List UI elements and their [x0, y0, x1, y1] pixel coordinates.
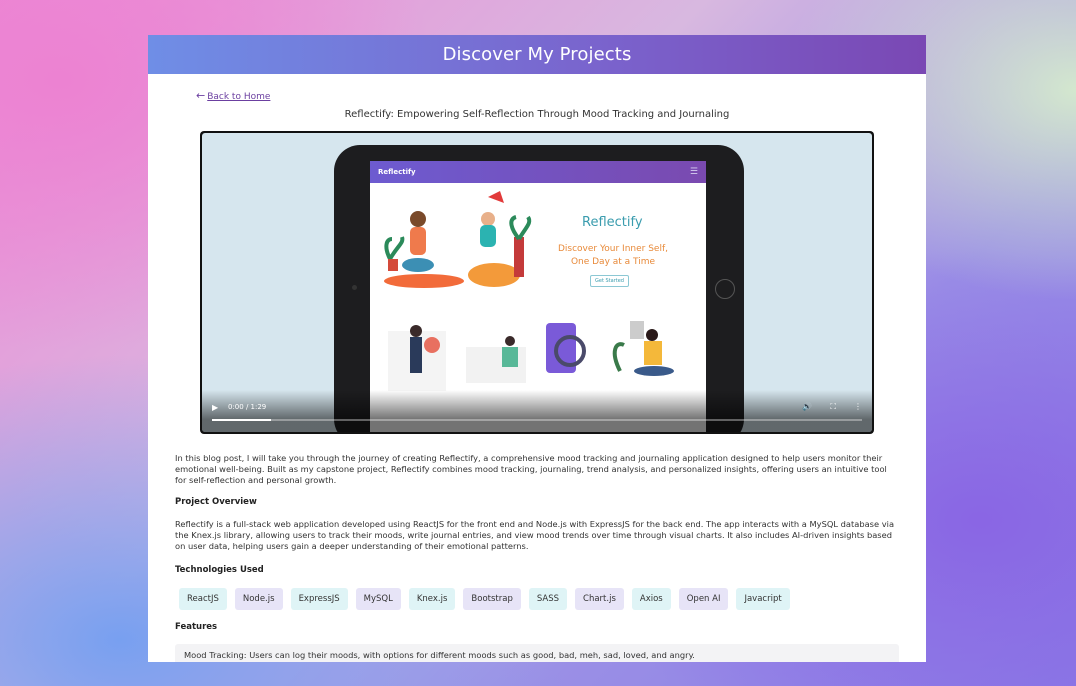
more-options-icon[interactable]: ⋮	[854, 402, 862, 412]
tech-tag: Javacript	[736, 588, 790, 610]
page-header: Discover My Projects	[148, 35, 926, 74]
page-title: Discover My Projects	[442, 44, 632, 65]
intro-paragraph: In this blog post, I will take you throu…	[175, 453, 887, 485]
feature-list-item: Mood Tracking: Users can log their moods…	[175, 644, 899, 662]
tablet-mockup: Reflectify ☰ Reflectify Discover Your In…	[334, 145, 744, 432]
video-progress-fill	[212, 419, 271, 421]
video-time: 0:00 / 1:29	[228, 403, 267, 411]
project-card: Discover My Projects ← Back to Home Refle…	[148, 35, 926, 662]
tech-tag: ReactJS	[179, 588, 227, 610]
video-controls: ▶ 0:00 / 1:29 🔊 ⛶ ⋮	[202, 390, 872, 432]
hero-title: Reflectify	[582, 215, 643, 230]
tech-tag: Open AI	[678, 588, 729, 610]
video-frame: Reflectify ☰ Reflectify Discover Your In…	[202, 133, 872, 432]
technologies-heading: Technologies Used	[175, 565, 264, 575]
hero-get-started-button: Get Started	[590, 275, 629, 287]
fullscreen-icon[interactable]: ⛶	[830, 402, 836, 412]
tech-tag: Node.js	[234, 588, 283, 610]
video-progress-bar[interactable]	[212, 419, 862, 421]
video-controls-right: 🔊 ⛶ ⋮	[802, 402, 862, 412]
play-icon[interactable]: ▶	[212, 403, 218, 412]
technology-tags: ReactJS Node.js ExpressJS MySQL Knex.js …	[179, 588, 790, 610]
video-player[interactable]: Reflectify ☰ Reflectify Discover Your In…	[200, 131, 874, 434]
overview-paragraph: Reflectify is a full-stack web applicati…	[175, 519, 895, 551]
tech-tag: Knex.js	[408, 588, 456, 610]
tablet-home-button-icon	[715, 279, 735, 299]
tech-tag: Chart.js	[575, 588, 624, 610]
hamburger-menu-icon: ☰	[689, 167, 698, 177]
tech-tag: Bootstrap	[463, 588, 521, 610]
tech-tag: SASS	[528, 588, 568, 610]
tech-tag: Axios	[631, 588, 671, 610]
app-navbar: Reflectify ☰	[370, 161, 706, 183]
overview-heading: Project Overview	[175, 497, 257, 507]
tech-tag: ExpressJS	[290, 588, 348, 610]
hero-subtitle: Discover Your Inner Self, One Day at a T…	[557, 244, 668, 267]
tablet-camera-icon	[352, 285, 357, 290]
tech-tag: MySQL	[355, 588, 401, 610]
back-to-home-link[interactable]: ← Back to Home	[196, 89, 270, 102]
post-title: Reflectify: Empowering Self-Reflection T…	[344, 109, 730, 120]
back-arrow-icon: ←	[196, 89, 206, 102]
features-heading: Features	[175, 622, 218, 632]
app-logo: Reflectify	[378, 168, 416, 176]
back-link-label: Back to Home	[207, 92, 271, 102]
hero-illustration	[384, 191, 532, 288]
volume-icon[interactable]: 🔊	[802, 402, 812, 412]
